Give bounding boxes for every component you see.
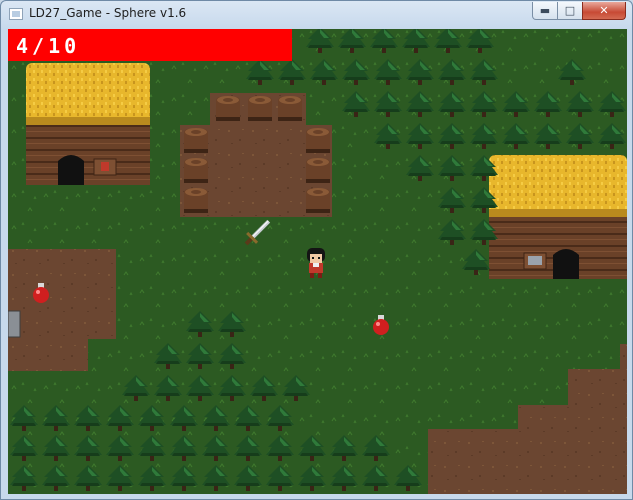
maximize-button[interactable]: □ xyxy=(557,2,583,20)
hut-door xyxy=(553,249,579,279)
item-counter: 4/10 xyxy=(16,34,81,58)
game-viewport[interactable]: 4/10 xyxy=(8,29,627,494)
hut-door xyxy=(58,155,84,185)
stump-column-left xyxy=(184,128,208,213)
app-window: LD27_Game - Sphere v1.6 ▬ □ ✕ 4/10 xyxy=(0,0,633,500)
minimize-icon: ▬ xyxy=(539,4,551,17)
title-bar[interactable]: LD27_Game - Sphere v1.6 ▬ □ ✕ xyxy=(1,1,632,28)
app-icon xyxy=(9,8,23,20)
minimize-button[interactable]: ▬ xyxy=(532,2,558,20)
hud-bar: 4/10 xyxy=(8,29,292,61)
game-scene xyxy=(8,29,627,494)
maximize-icon: □ xyxy=(564,4,576,17)
stump-column-right xyxy=(306,128,330,213)
signpost xyxy=(8,310,21,338)
close-icon: ✕ xyxy=(599,4,609,17)
thatched-hut-right xyxy=(489,155,627,279)
thatched-hut-left xyxy=(26,63,150,185)
window-title: LD27_Game - Sphere v1.6 xyxy=(29,6,187,20)
stump-row-top xyxy=(216,96,302,121)
close-button[interactable]: ✕ xyxy=(582,2,626,20)
